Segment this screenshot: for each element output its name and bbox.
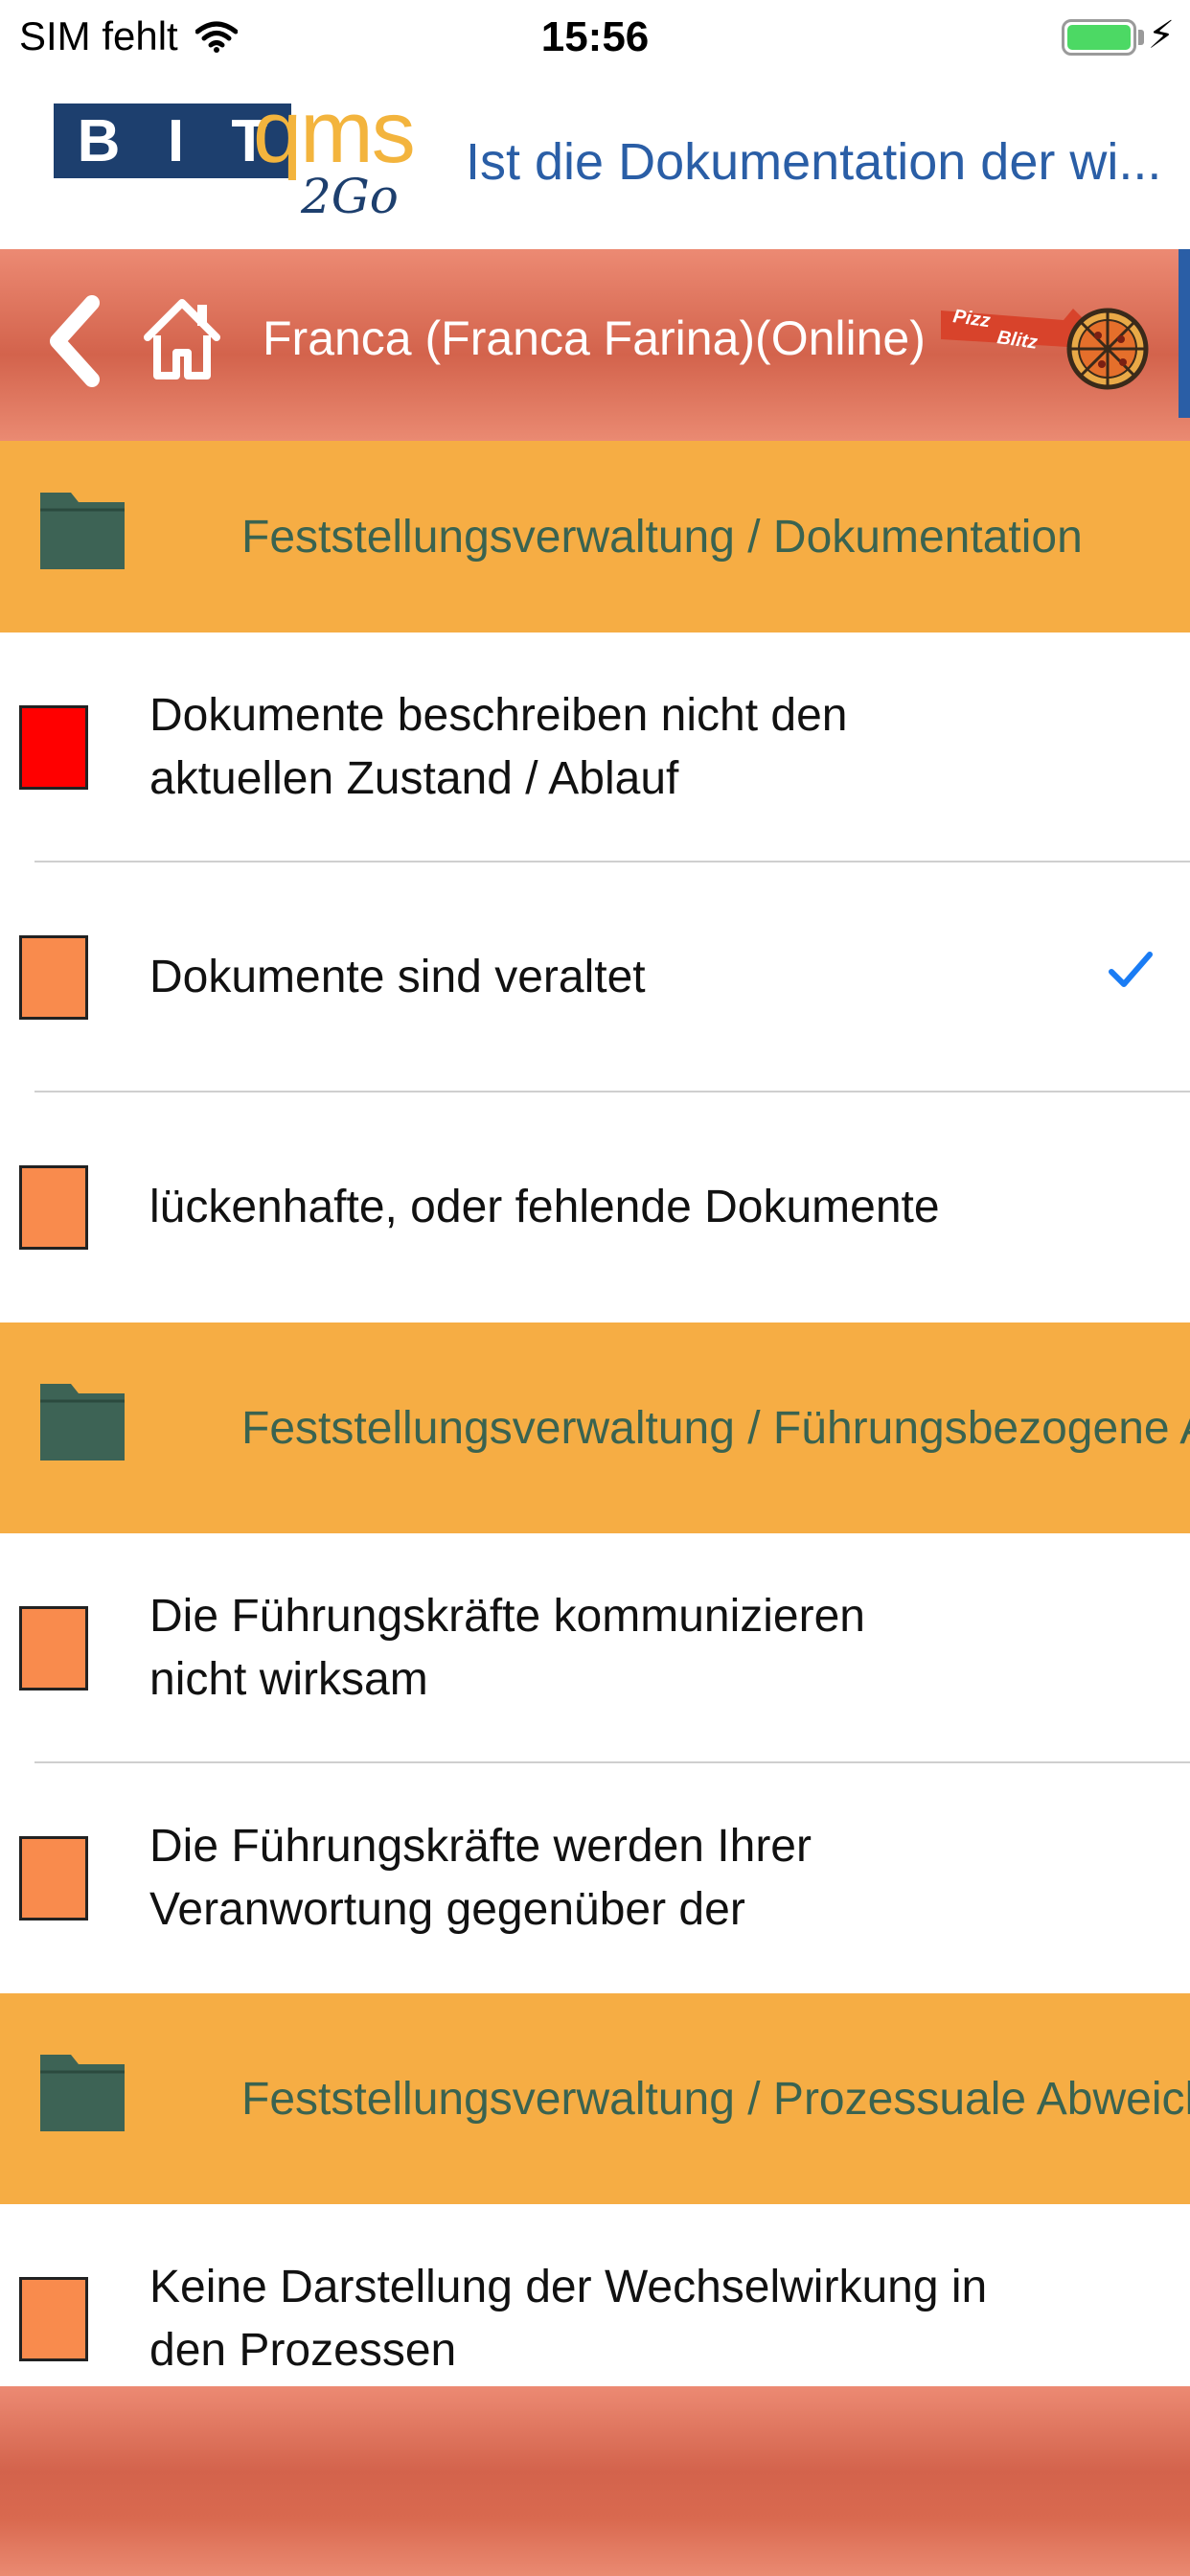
checkmark-icon	[1109, 952, 1153, 987]
list-item[interactable]: Dokumente beschreiben nicht den aktuelle…	[0, 632, 1190, 862]
list-item[interactable]: Die Führungskräfte kommunizieren nicht w…	[0, 1533, 1190, 1763]
folder-icon	[40, 2055, 125, 2131]
item-label: Die Führungskräfte kommunizieren nicht w…	[149, 1591, 865, 1705]
bitqms-logo: B I T qms 2Go	[50, 83, 433, 234]
bottom-toolbar	[0, 2386, 1190, 2576]
logo-2go: 2Go	[301, 169, 399, 224]
list-item[interactable]: Die Führungskräfte werden Ihrer Veranwor…	[0, 1763, 1190, 1993]
list-item[interactable]: Dokumente sind veraltet	[0, 862, 1190, 1092]
folder-icon	[40, 1384, 125, 1460]
page-title: Ist die Dokumentation der wi...	[466, 133, 1162, 191]
item-label: Die Führungskräfte werden Ihrer Veranwor…	[149, 1821, 812, 1935]
item-label: Dokumente sind veraltet	[149, 952, 646, 1002]
clock: 15:56	[540, 13, 650, 60]
severity-indicator-medium	[19, 1165, 88, 1250]
home-icon[interactable]	[142, 295, 222, 381]
charging-bolt-icon: ⚡︎	[1147, 14, 1175, 57]
severity-indicator-medium	[19, 935, 88, 1020]
section-header-dokumentation[interactable]: Feststellungsverwaltung / Dokumentation	[0, 441, 1190, 632]
severity-indicator-high	[19, 705, 88, 790]
logo-letter: I	[167, 107, 185, 174]
svg-text:Blitz: Blitz	[995, 327, 1039, 354]
battery-cap	[1138, 30, 1144, 45]
battery-icon	[1062, 19, 1136, 56]
severity-indicator-medium	[19, 1836, 88, 1920]
folder-icon	[40, 493, 125, 569]
section-header-fuehrungsbezogene[interactable]: Feststellungsverwaltung / Führungsbezoge…	[0, 1322, 1190, 1533]
logo-letter: B	[77, 107, 121, 174]
nav-edge-accent	[1179, 249, 1190, 418]
section-header-prozessuale[interactable]: Feststellungsverwaltung / Prozessuale Ab…	[0, 1993, 1190, 2204]
item-label: Dokumente beschreiben nicht den aktuelle…	[149, 690, 848, 804]
severity-indicator-medium	[19, 1606, 88, 1690]
pizza-blitz-logo: Pizz Blitz	[941, 306, 1149, 390]
item-label: lückenhafte, oder fehlende Dokumente	[149, 1182, 940, 1232]
section-label: Feststellungsverwaltung / Dokumentation	[241, 511, 1083, 563]
list-item[interactable]: lückenhafte, oder fehlende Dokumente	[0, 1092, 1190, 1322]
user-status-title: Franca (Franca Farina)(Online)	[263, 311, 926, 365]
status-bar: SIM fehlt 15:56 ⚡︎	[0, 0, 1190, 80]
back-chevron-icon[interactable]	[42, 293, 109, 389]
section-label: Feststellungsverwaltung / Prozessuale Ab…	[241, 2073, 1190, 2125]
severity-indicator-medium	[19, 2277, 88, 2361]
nav-bar: Franca (Franca Farina)(Online) Pizz Blit…	[0, 249, 1190, 441]
section-label: Feststellungsverwaltung / Führungsbezoge…	[241, 1402, 1190, 1454]
findings-list: Feststellungsverwaltung / Dokumentation …	[0, 441, 1190, 2434]
app-header: B I T qms 2Go Ist die Dokumentation der …	[0, 80, 1190, 251]
